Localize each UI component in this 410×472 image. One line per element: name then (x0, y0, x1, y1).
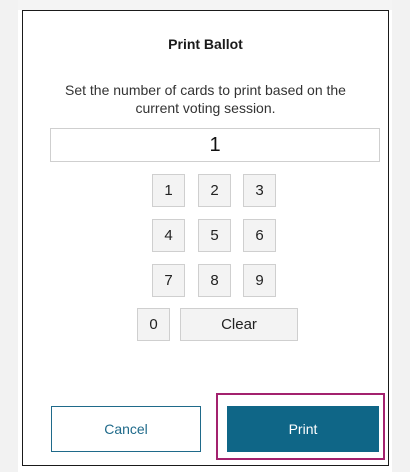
keypad-key-1[interactable]: 1 (152, 174, 185, 207)
keypad-key-7[interactable]: 7 (152, 264, 185, 297)
card-count-display[interactable]: 1 (50, 128, 380, 162)
background-right (392, 0, 410, 472)
keypad-key-3[interactable]: 3 (243, 174, 276, 207)
keypad-key-5[interactable]: 5 (198, 219, 231, 252)
print-ballot-dialog: Print Ballot Set the number of cards to … (22, 10, 389, 466)
dialog-title: Print Ballot (168, 36, 243, 52)
background-left (0, 0, 18, 472)
print-button[interactable]: Print (227, 406, 379, 452)
keypad-key-8[interactable]: 8 (198, 264, 231, 297)
keypad-key-2[interactable]: 2 (198, 174, 231, 207)
keypad-clear-button[interactable]: Clear (180, 308, 298, 341)
cancel-button[interactable]: Cancel (51, 406, 201, 452)
keypad-key-9[interactable]: 9 (243, 264, 276, 297)
keypad-key-0[interactable]: 0 (137, 308, 170, 341)
background-top (0, 0, 410, 10)
dialog-instructions: Set the number of cards to print based o… (65, 82, 346, 116)
keypad-key-4[interactable]: 4 (152, 219, 185, 252)
keypad-key-6[interactable]: 6 (243, 219, 276, 252)
